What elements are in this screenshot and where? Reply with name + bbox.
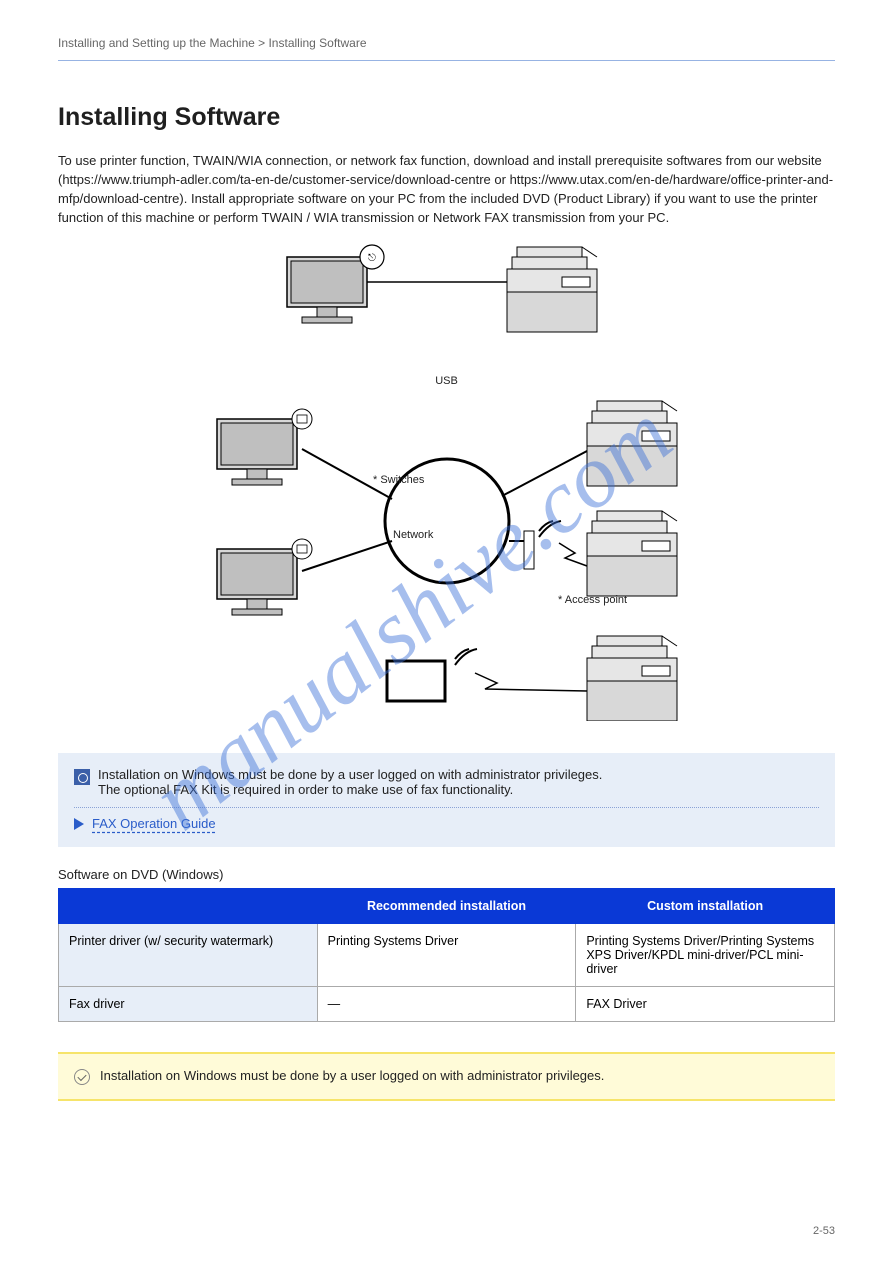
cd-icon	[74, 769, 90, 785]
page-footer: 2-53	[58, 1225, 835, 1237]
software-table: Recommended installation Custom installa…	[58, 888, 835, 1022]
svg-text:⎋: ⎋	[368, 253, 376, 264]
check-icon	[74, 1069, 90, 1085]
th-recommended: Recommended installation	[317, 889, 576, 924]
table-row: Fax driver — FAX Driver	[59, 987, 835, 1022]
th-custom: Custom installation	[576, 889, 835, 924]
note-box: Installation on Windows must be done by …	[58, 753, 835, 847]
row1-label: Printer driver (w/ security watermark)	[59, 924, 318, 987]
info-box: Installation on Windows must be done by …	[58, 1052, 835, 1101]
usb-diagram: ⎋	[58, 237, 835, 357]
row2-rec: —	[317, 987, 576, 1022]
row2-label: Fax driver	[59, 987, 318, 1022]
table-row: Printer driver (w/ security watermark) P…	[59, 924, 835, 987]
usb-label: USB	[58, 375, 835, 387]
fax-guide-link[interactable]: FAX Operation Guide	[92, 816, 216, 831]
page-title: Installing Software	[58, 103, 835, 132]
th-blank	[59, 889, 318, 924]
row1-custom: Printing Systems Driver/Printing Systems…	[576, 924, 835, 987]
row2-custom: FAX Driver	[576, 987, 835, 1022]
header-divider	[58, 60, 835, 61]
arrow-icon	[74, 818, 84, 830]
row1-rec: Printing Systems Driver	[317, 924, 576, 987]
breadcrumb: Installing and Setting up the Machine > …	[58, 36, 835, 50]
software-caption: Software on DVD (Windows)	[58, 867, 835, 882]
note-line-2: The optional FAX Kit is required in orde…	[98, 782, 602, 797]
intro-paragraph: To use printer function, TWAIN/WIA conne…	[58, 152, 835, 227]
note-line-1: Installation on Windows must be done by …	[98, 767, 602, 782]
info-text: Installation on Windows must be done by …	[100, 1068, 604, 1083]
network-diagram	[58, 391, 835, 721]
footer-page-number: 2-53	[813, 1225, 835, 1237]
